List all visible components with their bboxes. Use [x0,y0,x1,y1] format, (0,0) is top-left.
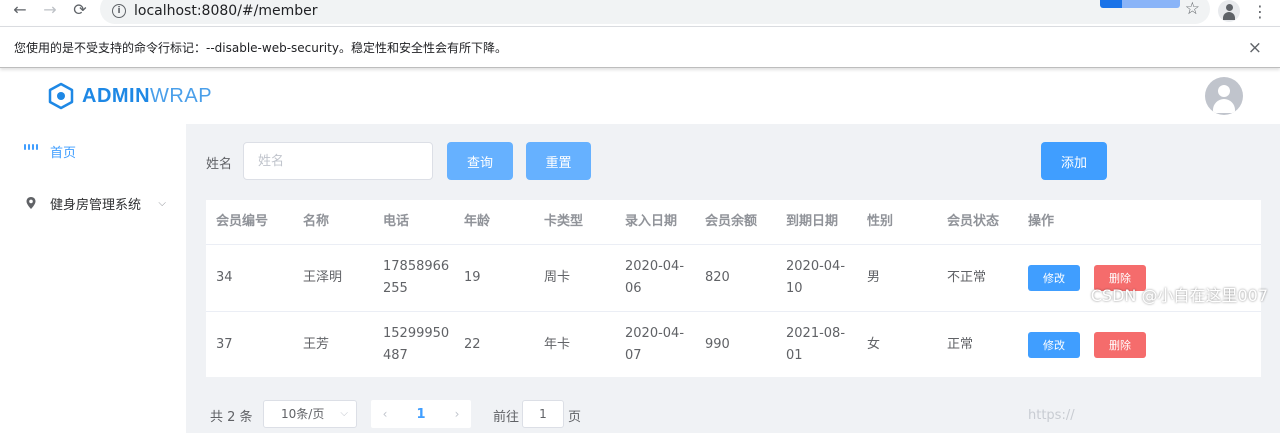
sidebar-item-label: 首页 [50,145,77,161]
delete-button[interactable]: 删除 [1094,332,1146,358]
back-button[interactable]: ← [6,0,34,22]
cell-entry-date: 2020-04- 07 [625,326,685,363]
sidebar-item-gym-system[interactable]: 健身房管理系统 ⌵ [0,176,186,230]
location-icon [24,196,38,210]
page-buttons: ‹ 1 › [371,400,471,428]
browser-toolbar: ← → ⟳ i localhost:8080/#/member ☆ ⋮ [0,0,1280,26]
prev-page-icon[interactable]: ‹ [371,407,399,421]
column-header: 操作 [1028,214,1055,229]
cell-status: 不正常 [947,270,987,285]
sidebar-item-home[interactable]: 首页 [0,124,186,178]
cell-status: 正常 [947,337,974,352]
cell-balance: 990 [705,337,730,352]
reload-button[interactable]: ⟳ [66,0,94,22]
extension-icon[interactable] [1100,0,1180,8]
total-count: 共 2 条 [210,410,253,425]
profile-icon[interactable] [1218,0,1240,22]
pagination: 共 2 条 10条/页 ⌵ ‹ 1 › 前往 页 [186,400,1280,428]
goto-unit-label: 页 [568,410,582,425]
cell-expire-date: 2021-08- 01 [786,326,846,363]
cell-member-id: 34 [216,270,233,285]
app-header: ADMINWRAP [0,68,1280,124]
sidebar-item-label: 健身房管理系统 [50,197,142,213]
browser-menu-icon[interactable]: ⋮ [1252,2,1268,22]
column-header: 会员状态 [947,214,1000,229]
cell-gender: 男 [867,270,881,285]
column-header: 录入日期 [625,214,678,229]
chevron-down-icon: ⌵ [340,408,348,419]
goto-label: 前往 [493,410,520,425]
column-header: 电话 [383,214,410,229]
chevron-down-icon: ⌵ [158,197,166,209]
watermark-faint-url: https:// [1028,408,1075,423]
cell-card-type: 年卡 [544,337,571,352]
url-text: localhost:8080/#/member [134,3,318,19]
column-header: 会员编号 [216,214,269,229]
column-header: 到期日期 [786,214,839,229]
cell-entry-date: 2020-04- 06 [625,259,685,296]
user-avatar[interactable] [1205,77,1243,115]
logo[interactable]: ADMINWRAP [47,82,212,110]
cell-phone: 15299950 487 [383,326,450,363]
next-page-icon[interactable]: › [443,407,471,421]
main-content: 姓名 查询 重置 添加 会员编号 名称 电话 年龄 卡类型 录入日期 会员余额 … [186,124,1280,433]
table-row: 37 王芳 15299950 487 22 年卡 2020-04- 07 990 2… [206,311,1261,378]
cell-member-id: 37 [216,337,233,352]
forward-button[interactable]: → [36,0,64,22]
cell-expire-date: 2020-04- 10 [786,259,846,296]
name-search-input[interactable] [243,142,433,180]
logo-text: ADMINWRAP [82,84,213,107]
page-size-value: 10条/页 [281,407,325,421]
info-icon[interactable]: i [112,4,126,18]
cell-age: 19 [464,270,481,285]
column-header: 卡类型 [544,214,584,229]
cell-balance: 820 [705,270,730,285]
infobar-message: 您使用的是不受支持的命令行标记：--disable-web-security。稳… [14,40,507,55]
column-header: 性别 [867,214,894,229]
column-header: 名称 [303,214,330,229]
cell-card-type: 周卡 [544,270,571,285]
bookmark-star-icon[interactable]: ☆ [1185,0,1200,19]
query-button[interactable]: 查询 [447,142,513,180]
name-search-label: 姓名 [206,157,233,172]
warning-infobar: 您使用的是不受支持的命令行标记：--disable-web-security。稳… [0,26,1280,68]
grid-icon [24,144,38,158]
hexagon-logo-icon [48,82,74,110]
column-header: 年龄 [464,214,491,229]
cell-age: 22 [464,337,481,352]
address-bar[interactable]: i localhost:8080/#/member [100,0,1210,24]
page-size-select[interactable]: 10条/页 ⌵ [263,400,357,428]
cell-name: 王芳 [303,337,330,352]
page-number-current[interactable]: 1 [399,407,443,422]
cell-gender: 女 [867,337,881,352]
close-icon[interactable]: × [1248,38,1262,58]
csdn-watermark: CSDN @小白在这里007 [1090,286,1268,305]
cell-phone: 17858966 255 [383,259,450,296]
add-button[interactable]: 添加 [1041,142,1107,180]
edit-button[interactable]: 修改 [1028,265,1080,291]
goto-page-input[interactable] [522,400,564,428]
edit-button[interactable]: 修改 [1028,332,1080,358]
sidebar: 首页 健身房管理系统 ⌵ [0,124,186,433]
column-header: 会员余额 [705,214,758,229]
cell-name: 王泽明 [303,270,343,285]
reset-button[interactable]: 重置 [526,142,591,180]
